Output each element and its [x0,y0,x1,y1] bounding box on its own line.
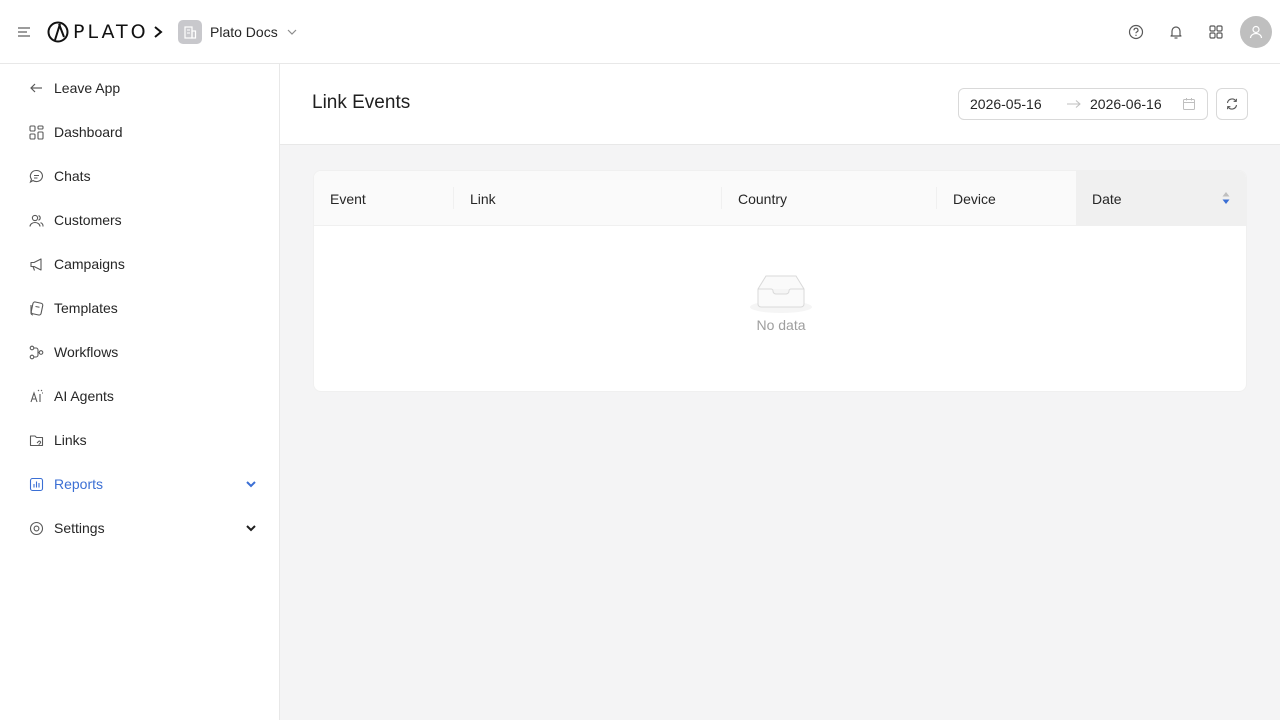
page-header: Link Events [280,64,1280,145]
workspace-building-icon [178,20,202,44]
dashboard-icon [28,124,44,140]
sidebar-item-settings[interactable]: Settings [0,508,279,548]
link-folder-icon [28,432,44,448]
help-button[interactable] [1116,16,1156,48]
column-header-event[interactable]: Event [314,171,454,226]
users-icon [28,212,44,228]
sidebar-item-label: Dashboard [54,124,123,140]
plato-logo-icon [47,21,69,43]
workspace-selector[interactable]: Plato Docs [178,20,298,44]
sidebar-item-label: Workflows [54,344,119,360]
megaphone-icon [28,256,44,272]
chevron-down-icon [246,481,256,488]
workspace-name: Plato Docs [210,24,278,40]
workflow-icon [28,344,44,360]
arrow-right-icon [1062,99,1086,109]
sidebar-item-label: Chats [54,168,91,184]
sidebar-item-label: Templates [54,300,118,316]
sidebar: Leave App Dashboard Chats Customers Camp… [0,64,280,720]
column-header-device[interactable]: Device [937,171,1076,226]
ai-agent-icon [28,388,44,404]
top-bar: PLATO Plato Docs [0,0,1280,64]
notifications-button[interactable] [1156,16,1196,48]
bell-icon [1170,26,1182,39]
calendar-icon [1182,97,1196,111]
sidebar-item-templates[interactable]: Templates [0,288,279,328]
sidebar-item-label: Leave App [54,80,121,96]
plato-logo[interactable]: PLATO [47,20,149,44]
column-header-country[interactable]: Country [722,171,937,226]
empty-state: No data [314,271,1246,333]
date-range-picker[interactable] [958,88,1208,120]
templates-icon [28,300,44,316]
help-icon [1128,24,1144,40]
sidebar-item-links[interactable]: Links [0,420,279,460]
apps-button[interactable] [1196,16,1236,48]
sidebar-item-label: Reports [54,476,104,492]
end-date-input[interactable] [1090,96,1182,112]
sidebar-item-label: Customers [54,212,122,228]
sidebar-item-customers[interactable]: Customers [0,200,279,240]
empty-text: No data [756,317,806,333]
chat-icon [28,168,44,184]
chevron-down-icon [287,29,297,35]
column-header-link[interactable]: Link [454,171,722,226]
link-events-table: Event Link Country Device Date No data [313,170,1247,392]
reports-icon [28,476,44,492]
sidebar-item-campaigns[interactable]: Campaigns [0,244,279,284]
apps-grid-icon [1209,25,1223,39]
sidebar-item-reports[interactable]: Reports [0,464,279,504]
empty-inbox-icon [750,275,812,313]
logo-text: PLATO [73,21,149,43]
arrow-left-icon [28,80,44,96]
sidebar-item-leave-app[interactable]: Leave App [0,68,279,108]
start-date-input[interactable] [970,96,1062,112]
sidebar-item-label: Links [54,432,87,448]
sort-icon[interactable] [1222,191,1230,205]
chevron-right-icon [154,26,163,38]
table-header: Event Link Country Device Date [314,171,1246,226]
top-right-actions [1116,16,1272,48]
user-icon [1249,25,1263,39]
sidebar-item-label: AI Agents [54,388,114,404]
refresh-button[interactable] [1216,88,1248,120]
column-header-date-label: Date [1092,190,1122,207]
menu-toggle-icon[interactable] [16,24,32,40]
avatar[interactable] [1240,16,1272,48]
page-title: Link Events [312,92,411,113]
settings-icon [28,520,44,536]
sidebar-item-label: Campaigns [54,256,125,272]
sidebar-item-workflows[interactable]: Workflows [0,332,279,372]
sidebar-item-ai-agents[interactable]: AI Agents [0,376,279,416]
sidebar-item-dashboard[interactable]: Dashboard [0,112,279,152]
refresh-icon [1226,98,1238,110]
sidebar-item-label: Settings [54,520,105,536]
chevron-down-icon [246,525,256,532]
column-header-date[interactable]: Date [1076,171,1246,226]
sidebar-item-chats[interactable]: Chats [0,156,279,196]
